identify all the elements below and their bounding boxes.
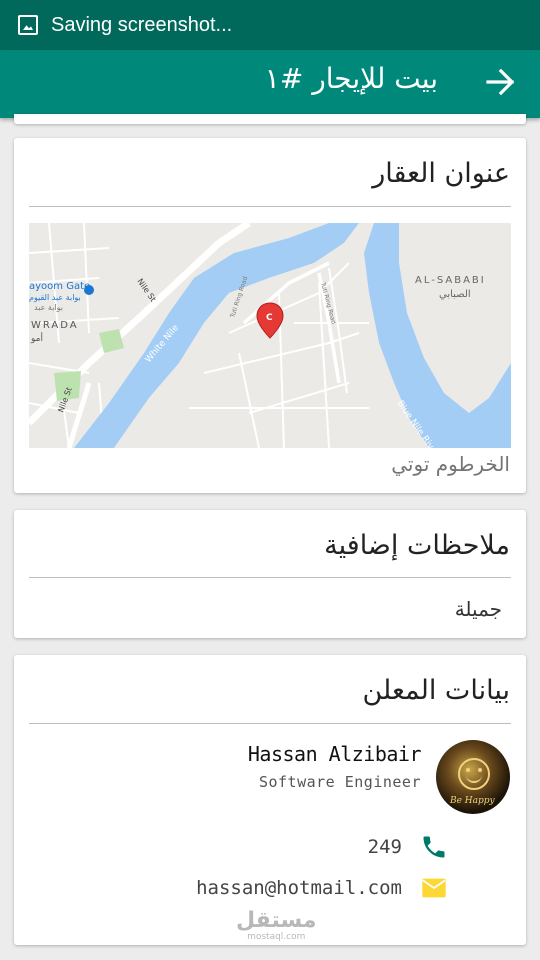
notes-card: ملاحظات إضافية جميلة bbox=[14, 510, 526, 638]
status-bar: Saving screenshot... bbox=[0, 0, 540, 50]
divider bbox=[29, 723, 511, 724]
avatar: Be Happy bbox=[436, 740, 510, 814]
divider bbox=[29, 577, 511, 578]
email-address[interactable]: hassan@hotmail.com bbox=[196, 877, 402, 899]
map-label-gate-ar2: بوابة عبد bbox=[34, 303, 63, 312]
email-icon[interactable] bbox=[418, 872, 450, 904]
watermark-arabic: مستقل bbox=[236, 908, 317, 933]
phone-icon[interactable] bbox=[418, 831, 450, 863]
address-card-title: عنوان العقار bbox=[372, 158, 510, 189]
map-label-sababi-ar: الصبابي bbox=[439, 289, 471, 300]
page-title: بيت للإيجار #١ bbox=[264, 62, 438, 95]
map-label-wrada-ar: أمو bbox=[30, 332, 43, 344]
advertiser-role: Software Engineer bbox=[258, 773, 421, 791]
smiley-icon bbox=[458, 758, 490, 790]
location-map[interactable]: AL-SABABI الصبابي WRADA أمو ayoom Gate ب… bbox=[29, 223, 511, 448]
phone-number[interactable]: 249 bbox=[368, 836, 402, 858]
app-bar: بيت للإيجار #١ bbox=[0, 50, 540, 118]
notes-card-title: ملاحظات إضافية bbox=[324, 530, 510, 561]
advertiser-name: Hassan Alzibair bbox=[247, 742, 422, 766]
phone-row[interactable]: 249 bbox=[368, 831, 510, 863]
address-text: الخرطوم توتي bbox=[391, 452, 510, 476]
map-gate-marker-icon bbox=[84, 285, 94, 295]
advertiser-card: بيانات المعلن Be Happy Hassan Alzibair S… bbox=[14, 655, 526, 945]
watermark: مستقل mostaql.com bbox=[236, 908, 317, 943]
previous-card-edge bbox=[14, 114, 526, 124]
avatar-caption: Be Happy bbox=[450, 796, 495, 806]
map-label-sababi: AL-SABABI bbox=[415, 275, 486, 286]
email-row[interactable]: hassan@hotmail.com bbox=[196, 872, 510, 904]
advertiser-card-title: بيانات المعلن bbox=[362, 675, 511, 706]
map-label-gate: ayoom Gate bbox=[29, 281, 90, 292]
address-card: عنوان العقار AL-SABABI الصبابي WRADA أمو… bbox=[14, 138, 526, 493]
back-arrow-icon[interactable] bbox=[482, 64, 518, 100]
map-label-wrada: WRADA bbox=[31, 320, 79, 331]
divider bbox=[29, 206, 511, 207]
note-text: جميلة bbox=[454, 597, 502, 621]
watermark-url: mostaql.com bbox=[247, 932, 306, 942]
pin-label: C bbox=[266, 313, 273, 323]
screenshot-icon bbox=[18, 15, 38, 35]
map-label-gate-ar: بوابة عبد القيوم bbox=[29, 293, 81, 302]
status-text: Saving screenshot... bbox=[51, 13, 233, 36]
